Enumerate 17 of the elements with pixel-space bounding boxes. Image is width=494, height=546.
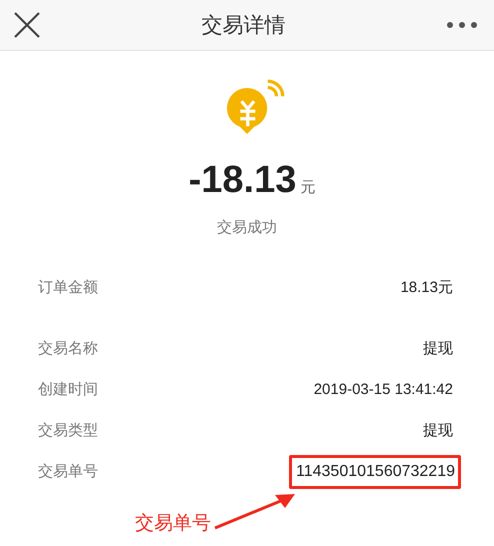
row-value: 提现 bbox=[423, 421, 453, 440]
row-label: 创建时间 bbox=[38, 380, 98, 399]
currency-unit: 元 bbox=[300, 178, 316, 197]
page-title: 交易详情 bbox=[202, 12, 286, 39]
row-label: 交易单号 bbox=[38, 462, 98, 481]
highlighted-value: 114350101560732219 bbox=[289, 454, 461, 488]
row-label: 订单金额 bbox=[38, 278, 98, 297]
amount: -18.13 bbox=[188, 159, 296, 202]
row-value: 提现 bbox=[423, 339, 453, 358]
row-value: 2019-03-15 13:41:42 bbox=[314, 381, 453, 398]
row-label: 交易名称 bbox=[38, 339, 98, 358]
status-text: 交易成功 bbox=[217, 218, 277, 237]
row-value: 18.13元 bbox=[400, 278, 453, 297]
annotation-text: 交易单号 bbox=[135, 511, 211, 536]
row-label: 交易类型 bbox=[38, 421, 98, 440]
close-icon[interactable] bbox=[13, 11, 41, 39]
more-icon[interactable] bbox=[446, 21, 478, 29]
